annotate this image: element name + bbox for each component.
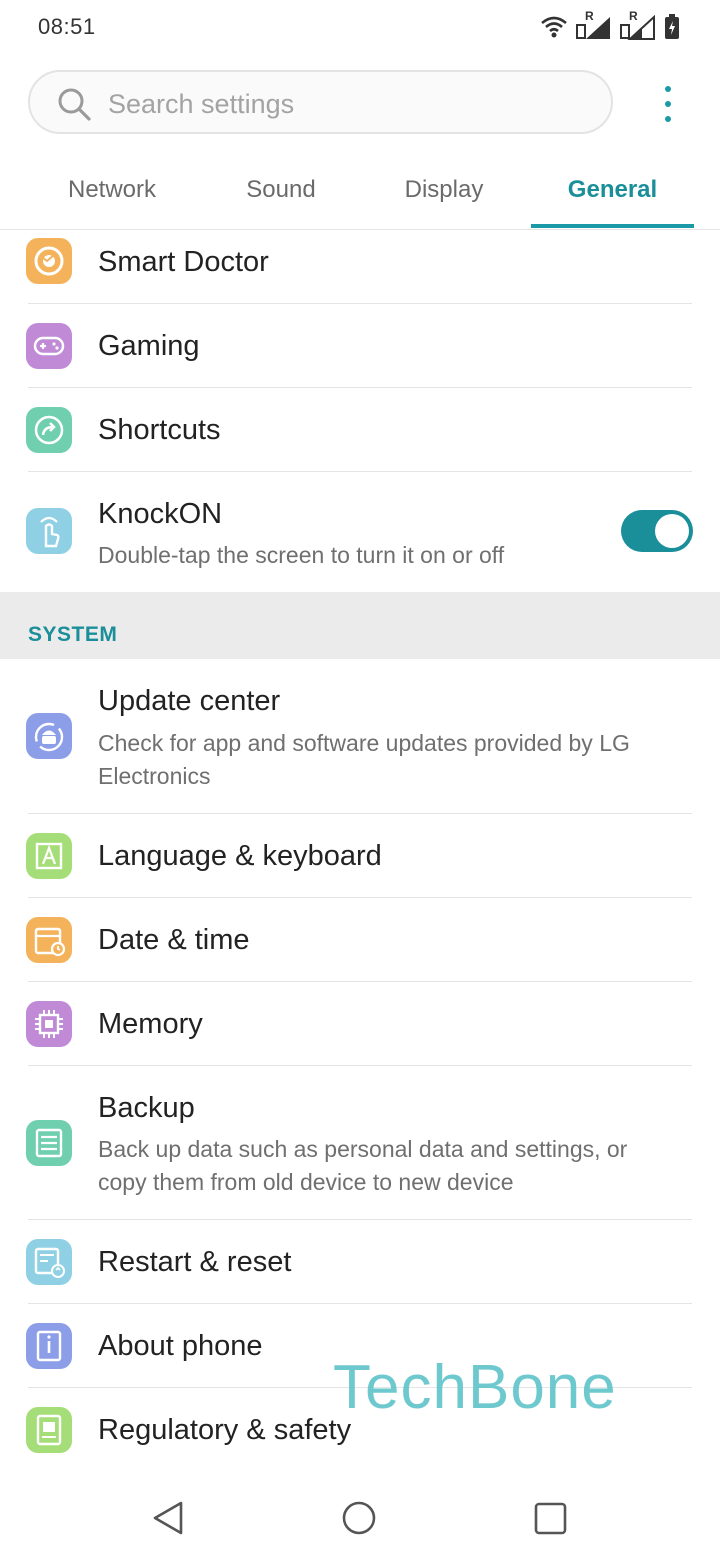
settings-item-knockon[interactable]: KnockON Double-tap the screen to turn it…	[0, 472, 720, 592]
smart-doctor-icon	[26, 238, 72, 284]
item-title: KnockON	[98, 498, 223, 530]
tab-sound[interactable]: Sound	[216, 176, 346, 204]
item-title: Regulatory & safety	[98, 1414, 352, 1446]
gamepad-icon	[26, 323, 72, 369]
settings-item-backup[interactable]: Backup Back up data such as personal dat…	[0, 1066, 720, 1220]
item-title: Smart Doctor	[98, 246, 269, 278]
item-title: About phone	[98, 1330, 263, 1362]
memory-chip-icon	[26, 1001, 72, 1047]
tab-general[interactable]: General	[531, 176, 694, 204]
search-icon	[56, 86, 92, 127]
section-header-system: SYSTEM	[0, 592, 720, 659]
back-icon[interactable]	[144, 1494, 192, 1542]
settings-item-update-center[interactable]: Update center Check for app and software…	[0, 659, 720, 814]
search-input[interactable]: Search settings	[28, 70, 613, 134]
more-dot-icon	[665, 116, 671, 122]
item-title: Gaming	[98, 330, 200, 362]
settings-item-smart-doctor[interactable]: Smart Doctor	[0, 230, 720, 304]
item-title: Shortcuts	[98, 414, 221, 446]
recents-icon[interactable]	[526, 1494, 574, 1542]
search-placeholder: Search settings	[108, 89, 295, 119]
signal-roaming-icon: R	[620, 9, 656, 41]
signal-roaming-icon: R	[576, 9, 612, 41]
regulatory-icon	[26, 1407, 72, 1453]
tab-display[interactable]: Display	[376, 176, 512, 204]
battery-icon	[664, 14, 680, 40]
navigation-bar	[0, 1470, 720, 1560]
toggle-knob	[655, 514, 689, 548]
section-header-label: SYSTEM	[28, 623, 118, 646]
settings-item-restart-reset[interactable]: Restart & reset	[0, 1220, 720, 1304]
backup-list-icon	[26, 1120, 72, 1166]
item-subtitle: Double-tap the screen to turn it on or o…	[98, 542, 505, 568]
knockon-toggle[interactable]	[621, 510, 693, 552]
tab-network[interactable]: Network	[44, 176, 180, 204]
shortcut-arrow-icon	[26, 407, 72, 453]
language-a-icon	[26, 833, 72, 879]
item-subtitle: Check for app and software updates provi…	[98, 730, 630, 789]
item-subtitle: Back up data such as personal data and s…	[98, 1136, 628, 1195]
watermark: TechBone	[333, 1353, 617, 1422]
settings-item-gaming[interactable]: Gaming	[0, 304, 720, 388]
tap-hand-icon	[26, 508, 72, 554]
settings-item-date-time[interactable]: Date & time	[0, 898, 720, 982]
status-bar: 08:51 R R	[0, 0, 720, 56]
wifi-icon	[540, 15, 568, 39]
settings-item-shortcuts[interactable]: Shortcuts	[0, 388, 720, 472]
item-title: Memory	[98, 1008, 203, 1040]
item-title: Update center	[98, 685, 281, 717]
status-icons: R R	[540, 9, 680, 42]
more-dot-icon	[665, 86, 671, 92]
item-title: Date & time	[98, 924, 250, 956]
roaming-label: R	[585, 9, 594, 23]
calendar-clock-icon	[26, 917, 72, 963]
active-tab-indicator	[531, 224, 694, 228]
update-android-icon	[26, 713, 72, 759]
category-tabs: Network Sound Display General	[0, 150, 720, 230]
info-phone-icon	[26, 1323, 72, 1369]
settings-item-language-keyboard[interactable]: Language & keyboard	[0, 814, 720, 898]
roaming-label: R	[629, 9, 638, 23]
reset-icon	[26, 1239, 72, 1285]
more-options-button[interactable]	[648, 80, 688, 128]
settings-item-memory[interactable]: Memory	[0, 982, 720, 1066]
status-time: 08:51	[38, 14, 96, 39]
item-title: Backup	[98, 1092, 195, 1124]
more-dot-icon	[665, 101, 671, 107]
item-title: Restart & reset	[98, 1246, 292, 1278]
item-title: Language & keyboard	[98, 840, 382, 872]
home-icon[interactable]	[335, 1494, 383, 1542]
